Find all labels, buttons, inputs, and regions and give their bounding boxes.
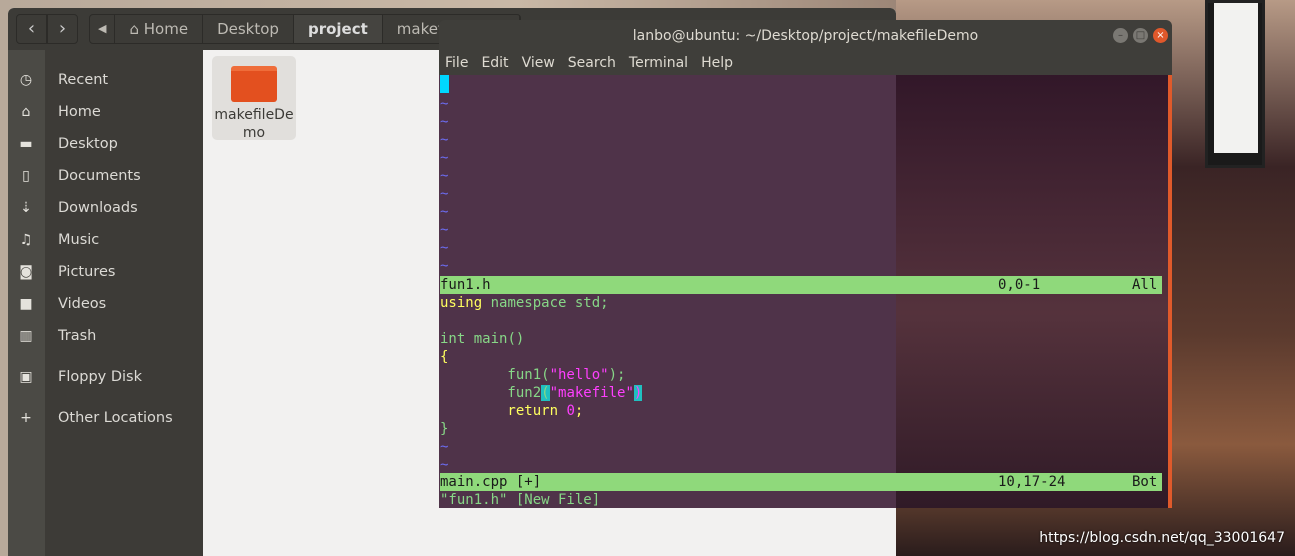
breadcrumb-scroll-left-icon[interactable]: ◀ <box>90 15 116 43</box>
tilde-line: ~ <box>440 258 449 274</box>
sidebar-item-recent[interactable]: ◷ Recent <box>8 68 203 92</box>
breadcrumb-home[interactable]: ⌂ Home <box>115 15 204 43</box>
code-line: return 0; <box>440 403 584 419</box>
tilde-line: ~ <box>440 186 449 202</box>
status-line-bottom: main.cpp [+] 10,17-24 Bot <box>440 473 1162 491</box>
sidebar-item-desktop[interactable]: ▬ Desktop <box>8 132 203 156</box>
sidebar-item-documents[interactable]: ▯ Documents <box>8 164 203 188</box>
breadcrumb-desktop[interactable]: Desktop <box>203 15 294 43</box>
code-line: { <box>440 349 449 365</box>
tilde-line: ~ <box>440 132 449 148</box>
tilde-line: ~ <box>440 96 449 112</box>
home-icon: ⌂ <box>21 104 31 120</box>
terminal-title: lanbo@ubuntu: ~/Desktop/project/makefile… <box>439 20 1172 50</box>
tilde-line: ~ <box>440 204 449 220</box>
tilde-line: ~ <box>440 439 449 455</box>
cursor-line <box>440 75 1162 93</box>
folder-icon: ▬ <box>19 136 33 152</box>
watermark: https://blog.csdn.net/qq_33001647 <box>1039 530 1285 546</box>
code-line: int main() <box>440 331 525 347</box>
scrollbar[interactable] <box>1168 75 1172 508</box>
trash-icon: ▥ <box>19 328 33 344</box>
message-line: "fun1.h" [New File] <box>440 492 601 508</box>
file-name: makefileDe mo <box>214 107 294 141</box>
tilde-line: ~ <box>440 222 449 238</box>
menu-search[interactable]: Search <box>568 50 616 75</box>
floppy-icon: ▣ <box>19 369 33 385</box>
sidebar-item-downloads[interactable]: ⇣ Downloads <box>8 196 203 220</box>
sidebar-item-videos[interactable]: ■ Videos <box>8 292 203 316</box>
sidebar: ◷ Recent ⌂ Home ▬ Desktop ▯ Documents ⇣ Downloads… <box>8 50 203 556</box>
sidebar-item-other-locations[interactable]: + Other Locations <box>8 406 203 430</box>
breadcrumb-project[interactable]: project <box>293 15 383 43</box>
cursor <box>440 75 449 93</box>
sidebar-item-music[interactable]: ♫ Music <box>8 228 203 252</box>
download-icon: ⇣ <box>20 200 32 216</box>
minimize-button[interactable]: – <box>1113 28 1128 43</box>
menu-terminal[interactable]: Terminal <box>629 50 688 75</box>
wallpaper-window <box>1205 0 1265 168</box>
music-icon: ♫ <box>19 232 33 248</box>
code-line: fun2("makefile") <box>440 385 643 401</box>
close-button[interactable]: × <box>1153 28 1168 43</box>
terminal-window: lanbo@ubuntu: ~/Desktop/project/makefile… <box>439 20 1172 508</box>
file-item-makefiledemo[interactable]: makefileDe mo <box>212 56 296 141</box>
tilde-line: ~ <box>440 150 449 166</box>
back-button[interactable]: ‹ <box>16 14 47 44</box>
maximize-button[interactable]: □ <box>1133 28 1148 43</box>
sidebar-item-floppy-disk[interactable]: ▣ Floppy Disk <box>8 365 203 389</box>
menu-edit[interactable]: Edit <box>481 50 508 75</box>
home-icon: ⌂ <box>129 20 139 38</box>
code-line: fun1("hello"); <box>440 367 626 383</box>
tilde-line: ~ <box>440 168 449 184</box>
sidebar-item-trash[interactable]: ▥ Trash <box>8 324 203 348</box>
menu-help[interactable]: Help <box>701 50 733 75</box>
document-icon: ▯ <box>22 168 30 184</box>
plus-icon: + <box>20 410 32 426</box>
code-line: using namespace std; <box>440 295 609 311</box>
tilde-line: ~ <box>440 114 449 130</box>
menu-bar: File Edit View Search Terminal Help <box>439 50 1172 75</box>
sidebar-item-pictures[interactable]: ◙ Pictures <box>8 260 203 284</box>
tilde-line: ~ <box>440 457 449 473</box>
menu-view[interactable]: View <box>522 50 555 75</box>
status-line-top: fun1.h 0,0-1 All <box>440 276 1162 294</box>
sidebar-item-home[interactable]: ⌂ Home <box>8 100 203 124</box>
camera-icon: ◙ <box>19 264 33 280</box>
menu-file[interactable]: File <box>445 50 468 75</box>
tilde-line: ~ <box>440 240 449 256</box>
folder-icon <box>231 66 277 102</box>
code-line: } <box>440 421 449 437</box>
forward-button[interactable]: › <box>47 14 78 44</box>
video-icon: ■ <box>19 296 33 312</box>
clock-icon: ◷ <box>19 72 33 88</box>
